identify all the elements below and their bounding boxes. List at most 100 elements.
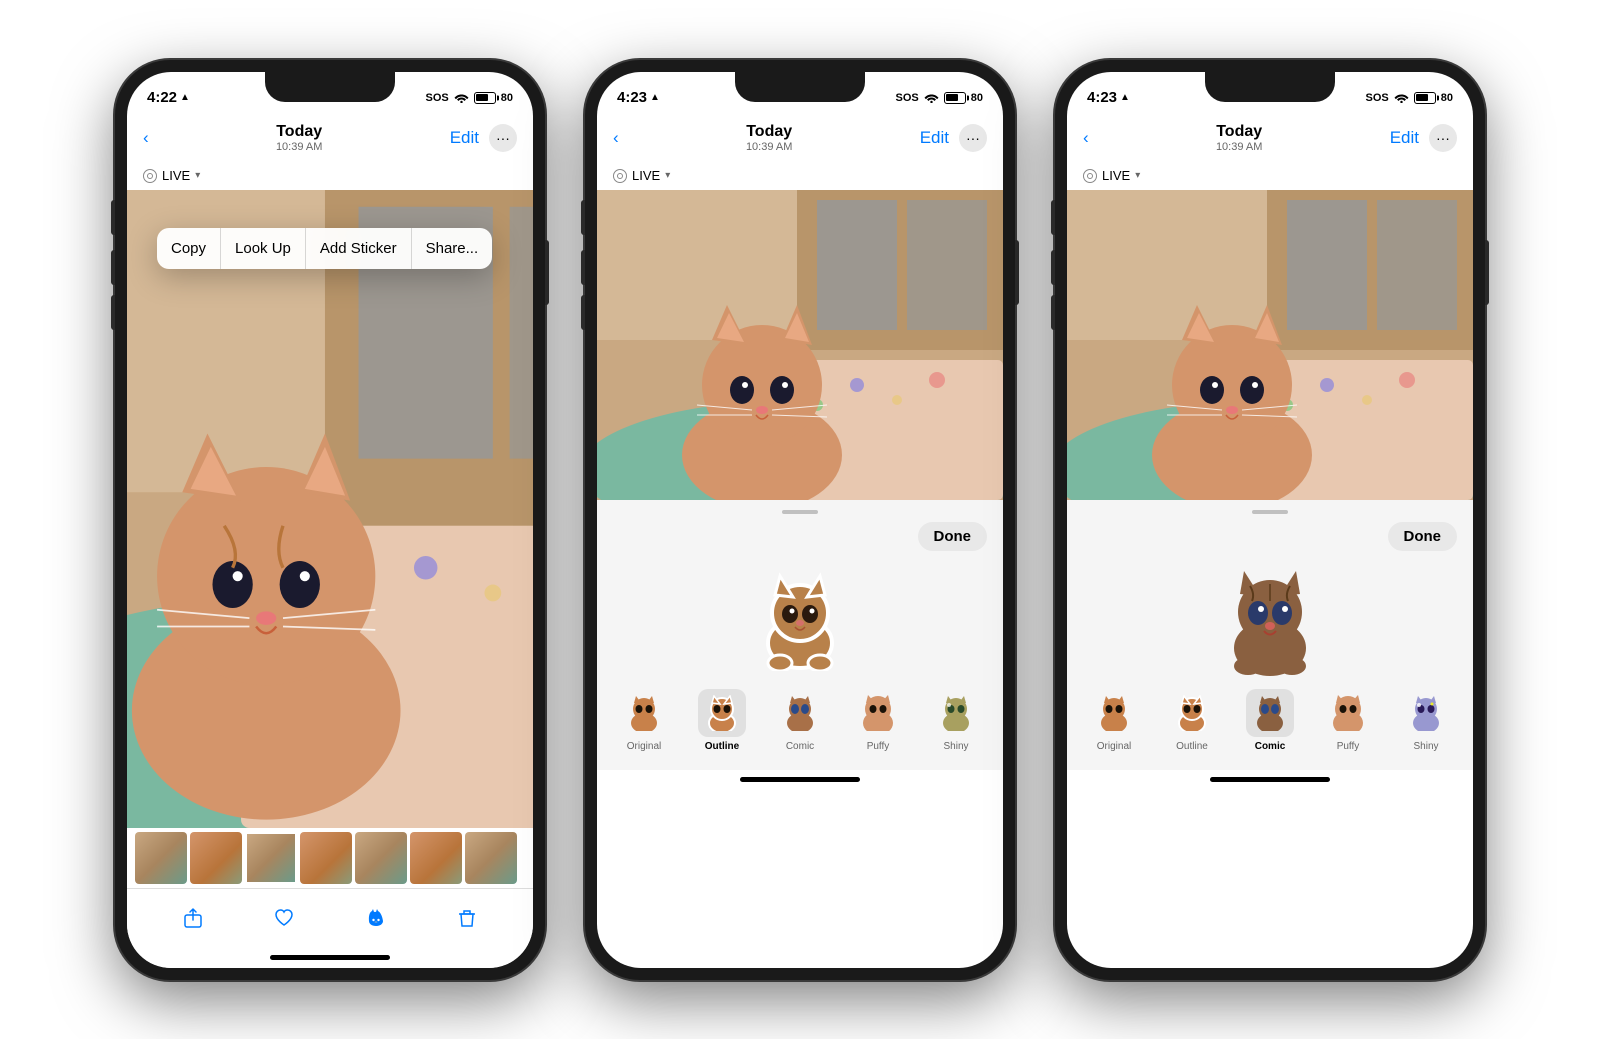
more-button-2[interactable]: ··· bbox=[959, 124, 987, 152]
context-menu-row-1: Copy Look Up Add Sticker Share... bbox=[157, 228, 492, 269]
sticker-option-original-2[interactable]: Original bbox=[607, 689, 681, 752]
panel-handle-3 bbox=[1252, 510, 1288, 514]
sticker-panel-2: Done bbox=[597, 500, 1003, 770]
sticker-option-outline-3[interactable]: Outline bbox=[1155, 689, 1229, 752]
sticker-thumb-original-2 bbox=[620, 689, 668, 737]
nav-title-2: Today 10:39 AM bbox=[746, 123, 792, 153]
cat-photo-svg-1 bbox=[127, 190, 533, 828]
edit-button-1[interactable]: Edit bbox=[450, 128, 479, 148]
thumb-2[interactable] bbox=[190, 832, 242, 884]
sticker-shiny-icon-3 bbox=[1408, 695, 1444, 731]
phone-2: 4:23 ▲ SOS 80 ‹ Today bbox=[585, 60, 1015, 980]
sticker-option-shiny-2[interactable]: Shiny bbox=[919, 689, 993, 752]
home-bar-2 bbox=[740, 777, 860, 782]
thumb-5[interactable] bbox=[355, 832, 407, 884]
phone-3: 4:23 ▲ SOS 80 ‹ Today bbox=[1055, 60, 1485, 980]
sticker-thumb-original-3 bbox=[1090, 689, 1138, 737]
sticker-option-comic-2[interactable]: Comic bbox=[763, 689, 837, 752]
favorite-button-1[interactable] bbox=[269, 903, 299, 933]
more-button-1[interactable]: ··· bbox=[489, 124, 517, 152]
done-button-3[interactable]: Done bbox=[1388, 522, 1458, 551]
sticker-thumb-shiny-3 bbox=[1402, 689, 1450, 737]
sticker-label-shiny-2: Shiny bbox=[943, 741, 968, 752]
home-bar-3 bbox=[1210, 777, 1330, 782]
live-label-3: LIVE bbox=[1102, 168, 1130, 183]
sticker-thumb-shiny-2 bbox=[932, 689, 980, 737]
share-button-1[interactable] bbox=[178, 903, 208, 933]
cat-photo-svg-2 bbox=[597, 190, 1003, 500]
sticker-puffy-icon-2 bbox=[860, 695, 896, 731]
sticker-option-puffy-3[interactable]: Puffy bbox=[1311, 689, 1385, 752]
time-display-1: 4:22 bbox=[147, 89, 177, 106]
nav-subtitle-1: 10:39 AM bbox=[276, 141, 322, 153]
share-menu-item[interactable]: Share... bbox=[412, 228, 493, 269]
location-arrow-icon-3: ▲ bbox=[1120, 92, 1130, 103]
sos-label-2: SOS bbox=[896, 92, 919, 104]
edit-button-2[interactable]: Edit bbox=[920, 128, 949, 148]
sticker-preview-2 bbox=[755, 561, 845, 681]
edit-button-3[interactable]: Edit bbox=[1390, 128, 1419, 148]
status-right-1: SOS 80 bbox=[426, 92, 513, 104]
sticker-original-icon-2 bbox=[626, 695, 662, 731]
live-chevron-icon-2: ▾ bbox=[665, 170, 670, 181]
sticker-comic-icon-2 bbox=[782, 695, 818, 731]
back-button-1[interactable]: ‹ bbox=[143, 128, 149, 148]
nav-title-3: Today 10:39 AM bbox=[1216, 123, 1262, 153]
share-icon-1 bbox=[182, 907, 204, 929]
back-button-3[interactable]: ‹ bbox=[1083, 128, 1089, 148]
sticker-label-original-2: Original bbox=[627, 741, 661, 752]
thumb-3[interactable] bbox=[245, 832, 297, 884]
done-button-2[interactable]: Done bbox=[918, 522, 988, 551]
sticker-panel-3: Done bbox=[1067, 500, 1473, 770]
notch-1 bbox=[265, 72, 395, 102]
copy-menu-item[interactable]: Copy bbox=[157, 228, 221, 269]
photo-area-1[interactable]: Copy Look Up Add Sticker Share... bbox=[127, 190, 533, 828]
live-badge-3[interactable]: LIVE ▾ bbox=[1083, 168, 1140, 183]
nav-title-text-3: Today bbox=[1216, 123, 1262, 141]
thumb-6[interactable] bbox=[410, 832, 462, 884]
sticker-options-3: Original Outline bbox=[1067, 681, 1473, 760]
wifi-icon-1 bbox=[454, 92, 469, 103]
battery-percent-3: 80 bbox=[1441, 92, 1453, 104]
sticker-option-shiny-3[interactable]: Shiny bbox=[1389, 689, 1463, 752]
phone-1: 4:22 ▲ SOS 80 ‹ Today bbox=[115, 60, 545, 980]
live-badge-1[interactable]: LIVE ▾ bbox=[143, 168, 200, 183]
sticker-label-outline-3: Outline bbox=[1176, 741, 1208, 752]
live-chevron-icon-3: ▾ bbox=[1135, 170, 1140, 181]
animal-button-1[interactable] bbox=[361, 903, 391, 933]
live-bar-1: LIVE ▾ bbox=[127, 160, 533, 190]
more-button-3[interactable]: ··· bbox=[1429, 124, 1457, 152]
home-indicator-1 bbox=[127, 948, 533, 968]
sticker-option-outline-2[interactable]: Outline bbox=[685, 689, 759, 752]
live-badge-2[interactable]: LIVE ▾ bbox=[613, 168, 670, 183]
sticker-option-original-3[interactable]: Original bbox=[1077, 689, 1151, 752]
notch-3 bbox=[1205, 72, 1335, 102]
photo-area-2[interactable] bbox=[597, 190, 1003, 500]
home-indicator-2 bbox=[597, 770, 1003, 790]
bottom-toolbar-1 bbox=[127, 888, 533, 948]
sticker-outline-icon-3 bbox=[1174, 695, 1210, 731]
sticker-thumb-comic-3 bbox=[1246, 689, 1294, 737]
photo-area-3[interactable] bbox=[1067, 190, 1473, 500]
cat-photo-svg-3 bbox=[1067, 190, 1473, 500]
trash-icon-1 bbox=[456, 907, 478, 929]
nav-title-text-1: Today bbox=[276, 123, 322, 141]
delete-button-1[interactable] bbox=[452, 903, 482, 933]
add-sticker-menu-item[interactable]: Add Sticker bbox=[306, 228, 412, 269]
battery-icon-2 bbox=[944, 92, 966, 104]
thumb-1[interactable] bbox=[135, 832, 187, 884]
thumb-4[interactable] bbox=[300, 832, 352, 884]
time-display-2: 4:23 bbox=[617, 89, 647, 106]
sticker-label-comic-2: Comic bbox=[786, 741, 814, 752]
time-display-3: 4:23 bbox=[1087, 89, 1117, 106]
sticker-option-comic-3[interactable]: Comic bbox=[1233, 689, 1307, 752]
back-button-2[interactable]: ‹ bbox=[613, 128, 619, 148]
phone-screen-1: 4:22 ▲ SOS 80 ‹ Today bbox=[127, 72, 533, 968]
nav-subtitle-2: 10:39 AM bbox=[746, 141, 792, 153]
sticker-label-puffy-2: Puffy bbox=[867, 741, 890, 752]
cat-scene-2 bbox=[597, 190, 1003, 500]
lookup-menu-item[interactable]: Look Up bbox=[221, 228, 306, 269]
sticker-option-puffy-2[interactable]: Puffy bbox=[841, 689, 915, 752]
thumb-7[interactable] bbox=[465, 832, 517, 884]
cat-scene-1: Copy Look Up Add Sticker Share... bbox=[127, 190, 533, 828]
